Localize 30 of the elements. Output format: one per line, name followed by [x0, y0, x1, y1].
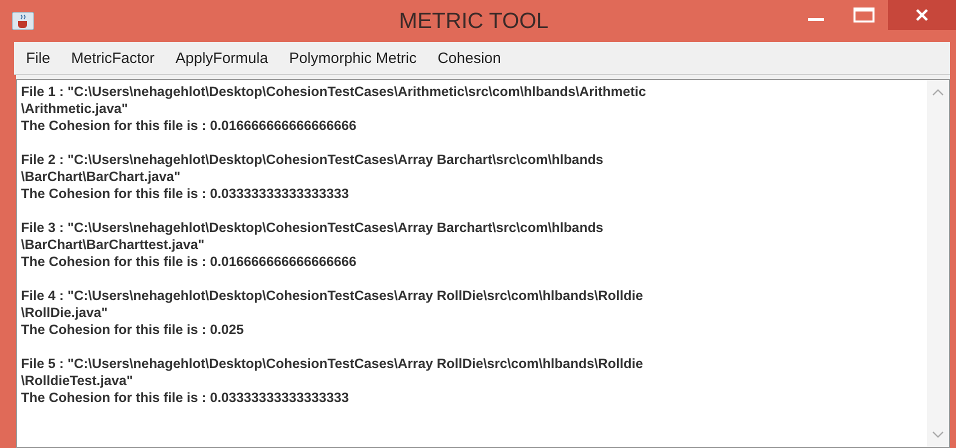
cohesion-result-text: The Cohesion for this file is : 0.016666666666666666 — [21, 253, 358, 270]
text-area[interactable] — [16, 79, 950, 448]
scroll-up-icon[interactable] — [932, 88, 944, 96]
scrollbar[interactable] — [927, 80, 949, 447]
file-path-text: \RollDie.java" — [21, 304, 109, 321]
file-path-text: File 1 : "C:\Users\nehagehlot\Desktop\CohesionTestCases\Arithmetic\src\com\hlbands\Arithmetic — [21, 83, 648, 100]
file-path-text: \RolldieTest.java" — [21, 372, 134, 389]
maximize-icon — [853, 7, 875, 23]
file-path-text: \Arithmetic.java" — [21, 100, 129, 117]
file-path-text: File 3 : "C:\Users\nehagehlot\Desktop\CohesionTestCases\Array Barchart\src\com\hlbands — [21, 219, 604, 236]
window-title: METRIC TOOL — [399, 8, 549, 34]
menu-item[interactable]: Polymorphic Metric — [289, 50, 417, 66]
cohesion-result-text: The Cohesion for this file is : 0.025 — [21, 321, 245, 338]
file-path-text: \BarChart\BarChart.java" — [21, 168, 182, 185]
menu-item[interactable]: Cohesion — [438, 50, 501, 66]
file-path-text: \BarChart\BarCharttest.java" — [21, 236, 206, 253]
cohesion-result-text: The Cohesion for this file is : 0.03333333333333333 — [21, 389, 350, 406]
close-button[interactable] — [888, 0, 956, 30]
file-path-text: File 5 : "C:\Users\nehagehlot\Desktop\CohesionTestCases\Array RollDie\src\com\hlbands\Rolldie — [21, 355, 644, 372]
menu-item[interactable]: File — [26, 50, 50, 66]
cohesion-result-text: The Cohesion for this file is : 0.016666666666666666 — [21, 117, 358, 134]
scroll-down-icon[interactable] — [932, 431, 944, 439]
menu-item[interactable]: MetricFactor — [71, 50, 155, 66]
menu-item[interactable]: ApplyFormula — [176, 50, 268, 66]
cohesion-result-text: The Cohesion for this file is : 0.03333333333333333 — [21, 185, 350, 202]
file-path-text: File 2 : "C:\Users\nehagehlot\Desktop\CohesionTestCases\Array Barchart\src\com\hlbands — [21, 151, 604, 168]
java-cup-icon — [12, 12, 34, 30]
minimize-icon — [808, 18, 824, 20]
close-icon — [915, 8, 929, 22]
file-path-text: File 4 : "C:\Users\nehagehlot\Desktop\CohesionTestCases\Array RollDie\src\com\hlbands\Rolldie — [21, 287, 644, 304]
